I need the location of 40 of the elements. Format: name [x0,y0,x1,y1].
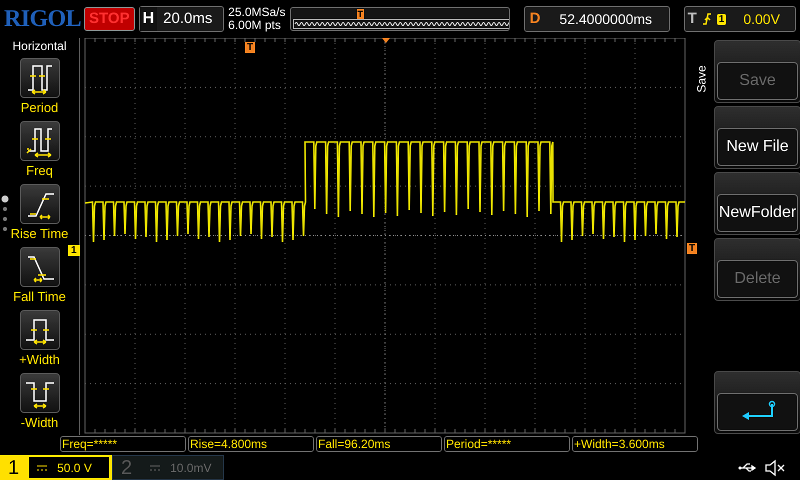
menu-title: Horizontal [12,39,67,53]
measure-button[interactable]: Period [0,58,80,116]
measure-button[interactable]: Freq [0,121,80,179]
channel-indicator[interactable]: 1 50.0 V [0,455,112,480]
page-indicator-icon [1,195,9,231]
brand-logo: RIGOL [4,7,80,31]
softkey-button[interactable]: New File [714,106,800,169]
timebase-value: 20.0ms [162,8,214,29]
rising-edge-icon [702,12,712,26]
delay-label: D [528,8,542,29]
measurement-readout: Freq=***** [60,436,186,452]
delay-value: 52.4000000ms [558,10,654,28]
back-button[interactable] [714,371,800,434]
trigger-position-marker: T [356,9,364,19]
trigger-position-marker: T [245,42,256,53]
trigger-level-marker: T [687,243,698,254]
measurement-readout: +Width=3.600ms [572,436,698,452]
timebase-label: H [140,7,158,31]
memory-depth: 6.00M pts [228,19,282,32]
center-marker-icon [382,38,390,43]
usb-icon [738,462,758,474]
menu-title: Save [694,65,710,93]
channel-offset-marker: 1 [68,245,80,256]
measure-button[interactable]: +Width [0,310,80,368]
measurement-readout: Fall=96.20ms [316,436,442,452]
measurement-readout: Rise=4.800ms [188,436,314,452]
speaker-muted-icon [764,458,786,476]
trigger-label: T [688,8,697,29]
channel-scale: 50.0 V [57,460,92,476]
measure-button[interactable]: -Width [0,373,80,431]
trigger-level: 0.00V [743,10,780,28]
softkey-button[interactable]: NewFolder [714,172,800,235]
dc-coupling-icon [37,464,48,470]
dc-coupling-icon [150,464,160,470]
measure-button[interactable]: Rise Time [0,184,80,242]
trigger-source-badge: 1 [716,14,726,24]
channel-scale: 10.0mV [170,460,212,476]
measurement-readout: Period=***** [444,436,570,452]
sample-rate: 25.0MSa/s [228,6,286,19]
run-state-indicator: STOP [84,7,135,31]
